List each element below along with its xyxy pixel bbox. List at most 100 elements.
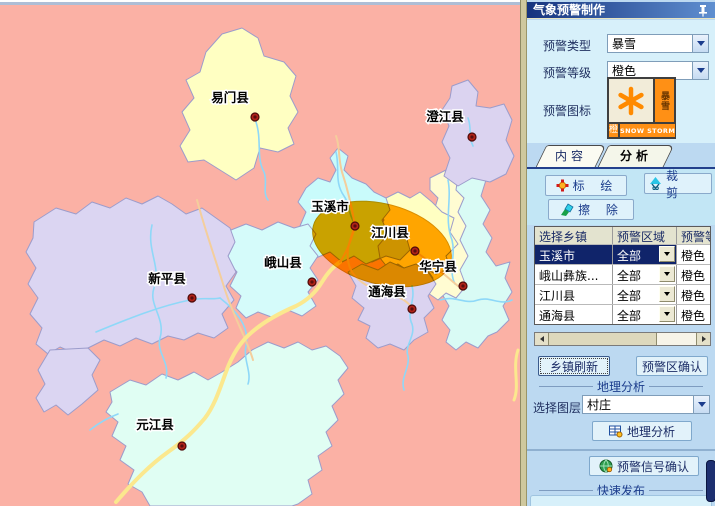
pin-icon[interactable] <box>697 4 709 17</box>
area-cell[interactable]: 全部 <box>613 305 677 324</box>
area-cell[interactable]: 全部 <box>613 265 677 284</box>
tab-content[interactable]: 内容 <box>541 145 601 167</box>
table-row[interactable]: 江川县 全部 橙色 <box>535 284 710 304</box>
warning-form: 预警类型 暴雪 预警等级 橙色 预警图标 <box>527 20 715 143</box>
county-label: 新平县 <box>148 271 186 286</box>
county-eshan <box>226 222 318 318</box>
township-table-rows: 玉溪市 全部 橙色 峨山彝族... 全部 橙色 江川县 全部 <box>535 244 710 324</box>
table-horizontal-scrollbar[interactable] <box>534 332 711 346</box>
chevron-down-icon <box>698 402 706 407</box>
col-header-area: 预警区域 <box>613 227 677 244</box>
confirm-signal-button-label: 预警信号确认 <box>617 458 689 475</box>
county-label: 峨山县 <box>264 255 302 270</box>
arrow-left-icon <box>540 336 544 342</box>
warning-production-panel: 气象预警制作 预警类型 暴雪 预警等级 橙色 预警图标 <box>527 0 715 506</box>
clip-button-label: 裁 剪 <box>666 167 709 201</box>
area-cell[interactable]: 全部 <box>613 245 677 264</box>
section-divider <box>527 449 715 451</box>
table-row[interactable]: 峨山彝族... 全部 橙色 <box>535 264 710 284</box>
scroll-left-button[interactable] <box>535 333 549 345</box>
scrollbar-track[interactable] <box>657 333 696 345</box>
warning-type-dropdown-button[interactable] <box>692 35 708 52</box>
township-cell[interactable]: 江川县 <box>535 285 613 304</box>
globe-icon <box>599 459 613 473</box>
geo-analysis-button[interactable]: 地理分析 <box>592 421 692 441</box>
county-label: 江川县 <box>371 225 409 240</box>
warning-type-label: 预警类型 <box>543 37 591 54</box>
warning-level-dropdown-button[interactable] <box>692 62 708 79</box>
chevron-down-icon <box>697 41 705 46</box>
scrollbar-thumb[interactable] <box>549 333 657 345</box>
township-cell[interactable]: 玉溪市 <box>535 245 613 264</box>
snowflake-icon <box>609 79 655 122</box>
warning-icon-label: 预警图标 <box>543 102 591 119</box>
county-label: 澄江县 <box>426 109 464 124</box>
tab-analysis[interactable]: 分析 <box>603 145 669 167</box>
city-marker-core <box>470 135 473 138</box>
plot-button[interactable]: 标 绘 <box>545 175 627 196</box>
panel-scrollbar-thumb[interactable] <box>706 460 715 502</box>
city-marker-core <box>253 115 256 118</box>
plot-button-label: 标 绘 <box>573 177 619 194</box>
warning-icon-name: 暴雪 <box>655 79 674 122</box>
arrow-right-icon <box>702 336 706 342</box>
confirm-warning-area-button[interactable]: 预警区确认 <box>636 356 708 376</box>
county-map[interactable]: 易门县澄江县玉溪市江川县华宁县峨山县通海县新平县元江县 <box>0 0 520 506</box>
panel-splitter[interactable] <box>520 0 527 506</box>
level-cell[interactable]: 橙色 <box>677 245 710 264</box>
refresh-townships-button[interactable]: 乡镇刷新 <box>538 356 610 376</box>
city-marker-core <box>310 280 313 283</box>
city-marker-core <box>461 284 464 287</box>
level-cell[interactable]: 橙色 <box>677 285 710 304</box>
table-magnifier-icon <box>609 425 623 438</box>
level-cell[interactable]: 橙色 <box>677 265 710 284</box>
city-marker-core <box>410 307 413 310</box>
area-dropdown-button[interactable] <box>659 286 675 302</box>
city-marker-core <box>353 224 356 227</box>
snowstorm-warning-icon: 暴雪 橙 SNOW STORM <box>607 77 676 139</box>
county-label: 华宁县 <box>419 259 457 274</box>
area-dropdown-button[interactable] <box>659 266 675 282</box>
township-cell[interactable]: 通海县 <box>535 305 613 324</box>
plot-vertex-icon <box>556 179 569 192</box>
area-dropdown-button[interactable] <box>659 246 675 262</box>
warning-icon-caption: SNOW STORM <box>620 124 675 137</box>
confirm-signal-button[interactable]: 预警信号确认 <box>589 456 699 476</box>
erase-button[interactable]: 擦 除 <box>548 199 634 220</box>
chevron-down-icon <box>664 272 670 276</box>
geo-analysis-button-label: 地理分析 <box>627 423 675 440</box>
chevron-down-icon <box>697 68 705 73</box>
table-row[interactable]: 通海县 全部 橙色 <box>535 304 710 324</box>
analysis-tools: 标 绘 裁 剪 <box>527 167 715 225</box>
warning-level-label: 预警等级 <box>543 64 591 81</box>
county-label: 易门县 <box>211 90 249 105</box>
level-cell[interactable]: 橙色 <box>677 305 710 324</box>
township-cell[interactable]: 峨山彝族... <box>535 265 613 284</box>
panel-tabs: 内容 分析 <box>527 143 715 167</box>
county-xinping <box>26 196 236 354</box>
county-label: 元江县 <box>136 417 174 432</box>
geo-analysis-group-title: 地理分析 <box>597 378 645 395</box>
warning-type-select[interactable]: 暴雪 <box>607 34 709 53</box>
geo-analysis-group-legend: 地理分析 <box>535 378 707 395</box>
scroll-right-button[interactable] <box>696 333 710 345</box>
layer-select[interactable]: 村庄 <box>582 395 710 414</box>
table-row[interactable]: 玉溪市 全部 橙色 <box>535 244 710 264</box>
city-marker-core <box>180 444 183 447</box>
erase-button-label: 擦 除 <box>578 201 624 218</box>
city-marker-core <box>413 249 416 252</box>
layer-dropdown-button[interactable] <box>693 396 709 413</box>
clip-button[interactable]: 裁 剪 <box>644 173 712 194</box>
chevron-down-icon <box>664 252 670 256</box>
scissors-icon <box>649 177 662 190</box>
chevron-down-icon <box>664 292 670 296</box>
area-dropdown-button[interactable] <box>659 306 675 322</box>
warning-type-value: 暴雪 <box>608 35 692 52</box>
col-header-township: 选择乡镇 <box>535 227 613 244</box>
quick-publish-section <box>530 495 712 506</box>
county-label: 玉溪市 <box>311 199 349 214</box>
township-table-header: 选择乡镇 预警区域 预警等 <box>535 227 710 244</box>
eraser-icon <box>560 203 574 216</box>
area-cell[interactable]: 全部 <box>613 285 677 304</box>
layer-select-label: 选择图层 <box>533 399 581 416</box>
